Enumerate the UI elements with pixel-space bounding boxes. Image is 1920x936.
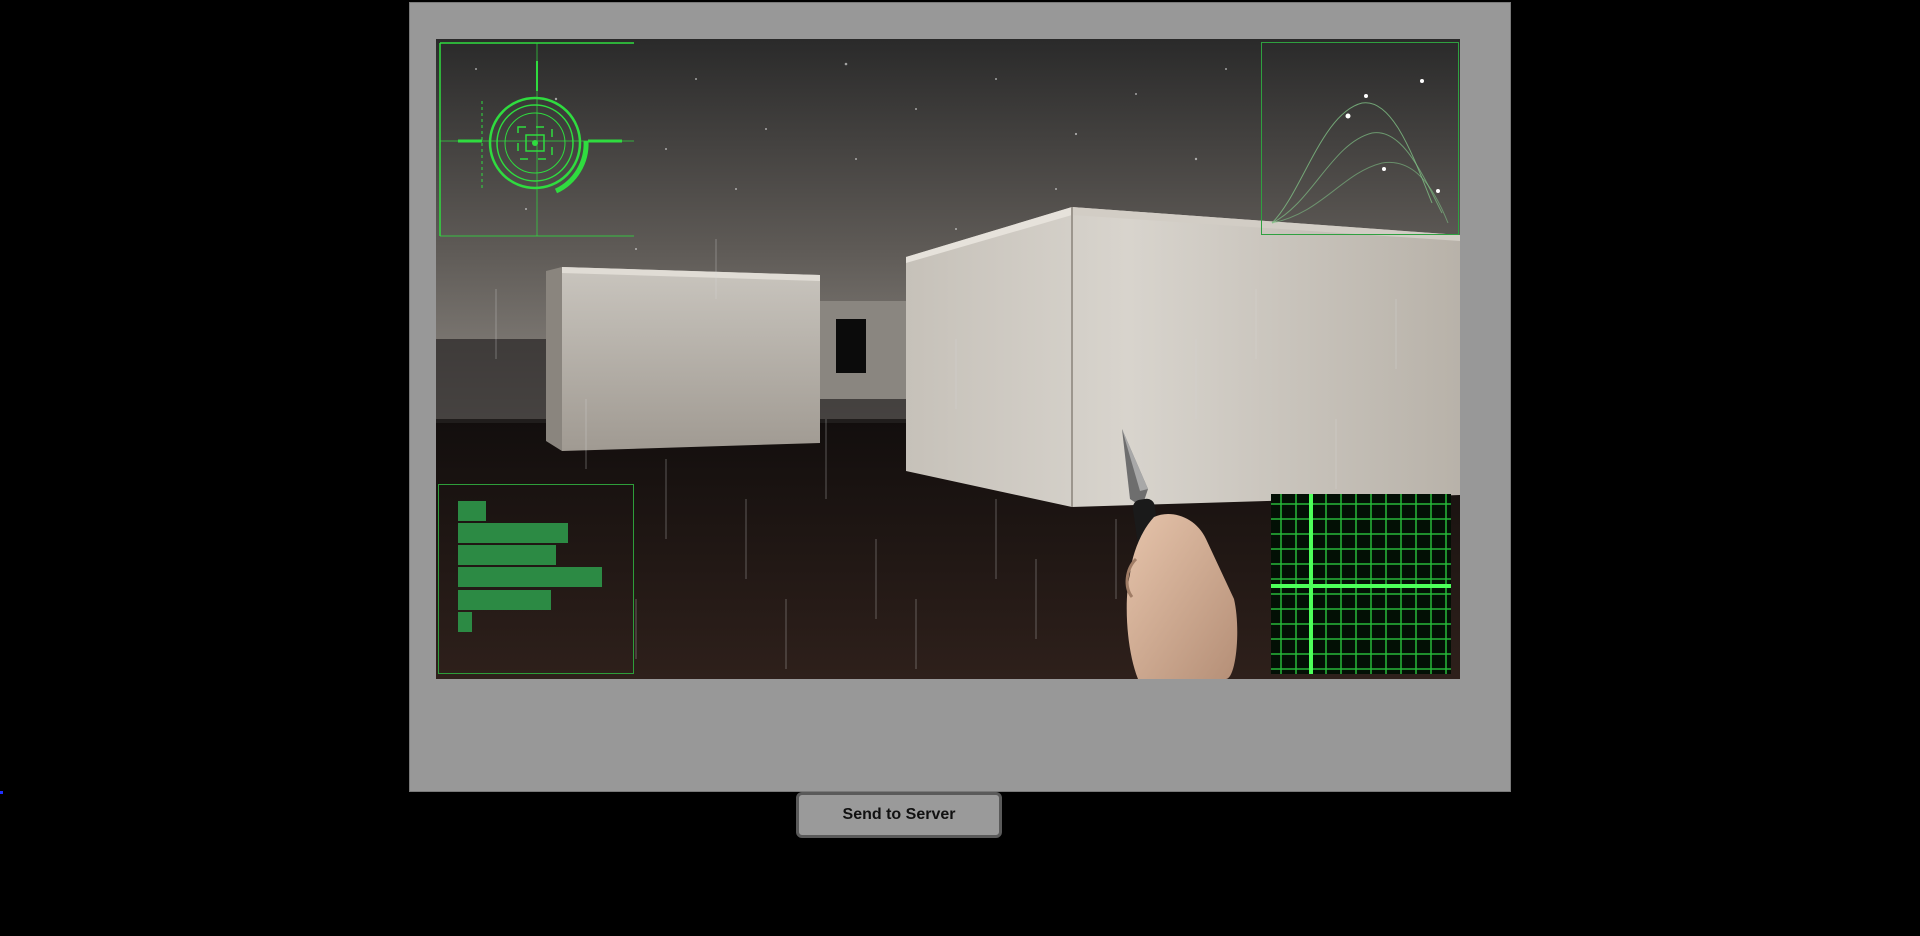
compass-hud: [438, 41, 636, 238]
signal-graph-hud: [1261, 42, 1459, 235]
status-bar: [458, 545, 556, 565]
status-bar: [458, 523, 568, 543]
concrete-block-left: [562, 267, 820, 451]
status-bar: [458, 567, 602, 587]
status-bar: [458, 501, 486, 521]
status-bar: [458, 612, 472, 632]
crosshair-icon: [439, 42, 634, 237]
send-to-server-button[interactable]: Send to Server: [796, 792, 1002, 838]
game-viewport[interactable]: [436, 39, 1460, 679]
radar-grid-icon: [1271, 494, 1451, 674]
status-bar: [458, 590, 551, 610]
game-stage: [409, 2, 1511, 792]
status-bars-hud: [438, 484, 634, 674]
concrete-block-right: [906, 207, 1460, 507]
graph-icon: [1271, 79, 1449, 224]
marker-dot: [0, 791, 3, 794]
radar-grid-hud: [1271, 494, 1451, 674]
